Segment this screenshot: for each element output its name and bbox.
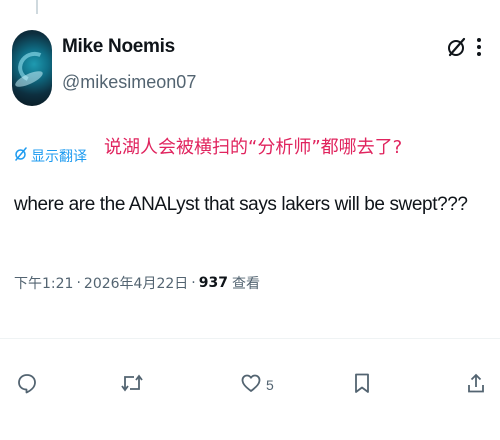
avatar[interactable] [12,30,52,106]
author-display-name[interactable]: Mike Noemis [62,36,175,58]
tweet-meta: 下午1:21 · 2026年4月22日 · 937 查看 [14,273,260,293]
author-handle[interactable]: @mikesimeon07 [62,72,196,93]
bookmark-icon [352,372,372,398]
tweet-timestamp[interactable]: 下午1:21 [14,273,73,293]
tweet-date[interactable]: 2026年4月22日 [84,273,188,293]
heart-icon [240,372,262,398]
retweet-icon [120,372,144,398]
views-label: 查看 [231,276,260,292]
translate-icon [14,147,28,165]
meta-separator: · [76,275,81,291]
divider [0,338,500,339]
bookmark-button[interactable] [352,372,372,398]
show-translation-label: 显示翻译 [31,149,87,165]
reply-button[interactable] [16,372,38,398]
like-button[interactable]: 5 [240,372,274,398]
translated-text: 说湖人会被横扫的“分析师”都哪去了? [104,137,403,158]
translation-row: 显示翻译 [14,146,87,166]
meta-separator: · [191,275,196,291]
share-icon [466,372,486,398]
views-count: 937 [198,275,228,291]
show-translation-link[interactable]: 显示翻译 [14,146,87,166]
retweet-button[interactable] [120,372,144,398]
thread-connector-line [36,0,38,14]
more-options-icon[interactable] [476,36,482,58]
like-count: 5 [266,377,274,393]
share-button[interactable] [466,372,486,398]
grok-icon[interactable] [446,36,468,58]
tweet-text: where are the ANALyst that says lakers w… [14,194,468,215]
reply-icon [16,372,38,398]
